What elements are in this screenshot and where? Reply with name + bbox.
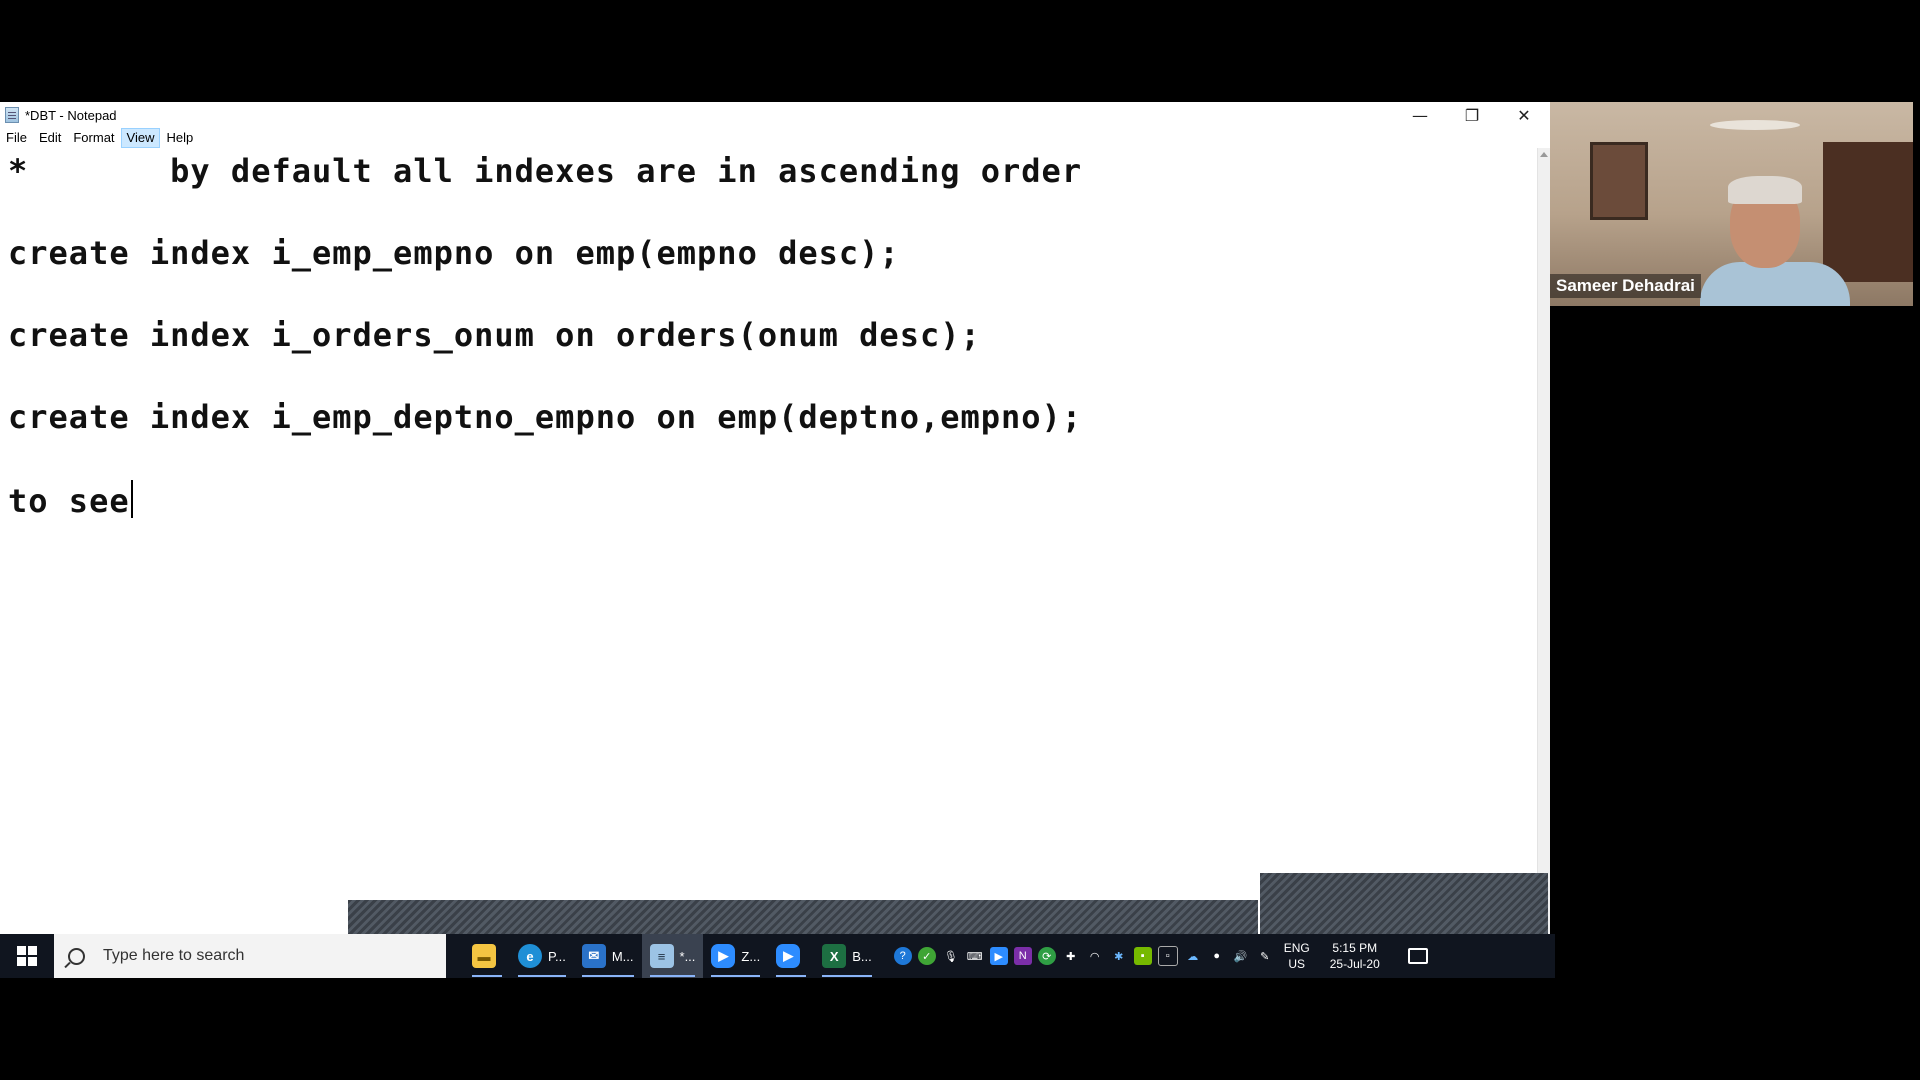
start-button[interactable] <box>0 934 54 978</box>
video-background-frame <box>1590 142 1648 220</box>
video-background <box>1710 120 1800 130</box>
editor-line-5-text: to see <box>8 482 130 520</box>
wifi-icon[interactable]: ◠ <box>1086 947 1104 965</box>
minimize-button[interactable]: — <box>1394 102 1446 128</box>
storage-icon[interactable]: ▫ <box>1157 946 1178 966</box>
search-icon <box>68 947 85 965</box>
taskbar-zoom-meeting[interactable]: ▶ <box>768 934 814 978</box>
menu-file[interactable]: File <box>0 129 33 147</box>
participant-name: Sameer Dehadrai <box>1550 274 1701 298</box>
restore-button[interactable]: ❐ <box>1446 102 1498 128</box>
folder-icon: ▬ <box>472 944 496 968</box>
taskbar-zoom[interactable]: ▶ Z... <box>703 934 768 978</box>
participant-hair <box>1728 176 1802 204</box>
menu-help[interactable]: Help <box>160 129 199 147</box>
taskbar-file-explorer[interactable]: ▬ <box>464 934 510 978</box>
taskbar-search[interactable]: Type here to search <box>54 934 446 978</box>
language-indicator[interactable]: ENG US <box>1284 940 1310 972</box>
taskbar-clock[interactable]: 5:15 PM 25-Jul-20 <box>1330 940 1380 972</box>
menu-view[interactable]: View <box>120 128 161 148</box>
windows-icon <box>17 946 37 966</box>
language-code: ENG <box>1283 941 1310 955</box>
zoom-meeting-icon: ▶ <box>776 944 801 968</box>
network-icon[interactable]: ✚ <box>1062 947 1080 965</box>
excel-icon: X <box>822 944 847 968</box>
menu-format[interactable]: Format <box>67 129 120 147</box>
text-editor[interactable]: * by default all indexes are in ascendin… <box>0 148 1538 978</box>
vertical-scrollbar[interactable] <box>1537 148 1550 978</box>
onenote-icon[interactable]: N <box>1013 947 1032 965</box>
share-toolbar-overlay-right <box>1260 873 1548 934</box>
menu-edit[interactable]: Edit <box>33 129 67 147</box>
taskbar-notepad[interactable]: ≡ *... <box>641 934 704 978</box>
editor-line-1: * by default all indexes are in ascendin… <box>8 152 1083 190</box>
keyboard-layout: US <box>1288 957 1306 971</box>
editor-line-3: create index i_orders_onum on orders(onu… <box>8 316 981 354</box>
mail-icon: ✉ <box>581 944 606 968</box>
notepad-icon: ≡ <box>649 944 674 968</box>
taskbar-mail[interactable]: ✉ M... <box>574 934 642 978</box>
menu-bar: File Edit Format View Help <box>0 128 1550 148</box>
scroll-up-icon[interactable] <box>1540 152 1548 157</box>
shield-icon[interactable]: ✓ <box>917 947 936 965</box>
camera-icon[interactable]: ▶ <box>989 947 1008 965</box>
taskbar-excel-label: B... <box>852 948 872 964</box>
keyboard-icon[interactable]: ⌨ <box>966 947 984 965</box>
video-participant-tile[interactable]: Sameer Dehadrai <box>1550 102 1913 306</box>
notification-center-icon[interactable] <box>1407 948 1428 964</box>
close-button[interactable]: ✕ <box>1498 102 1550 128</box>
zoom-icon: ▶ <box>711 944 736 968</box>
editor-line-2: create index i_emp_empno on emp(empno de… <box>8 234 900 272</box>
media-icon[interactable]: ● <box>1208 947 1226 965</box>
taskbar-excel[interactable]: X B... <box>814 934 880 978</box>
window-title: *DBT - Notepad <box>25 107 117 123</box>
edge-icon: e <box>518 944 542 968</box>
participant-body <box>1700 262 1850 306</box>
gpu-icon[interactable]: ▪ <box>1133 947 1152 965</box>
taskbar-mail-label: M... <box>611 948 634 964</box>
notepad-app-icon <box>5 107 19 123</box>
help-icon[interactable]: ? <box>893 947 912 965</box>
microphone-icon[interactable]: 🎙 <box>942 947 960 965</box>
search-placeholder: Type here to search <box>103 947 245 964</box>
share-toolbar-overlay <box>348 900 1258 934</box>
taskbar-notepad-label: *... <box>679 948 696 964</box>
notepad-window: *DBT - Notepad — ❐ ✕ File Edit Format Vi… <box>0 102 1550 978</box>
title-bar[interactable]: *DBT - Notepad — ❐ ✕ <box>0 102 1550 128</box>
text-caret <box>130 480 133 518</box>
volume-icon[interactable]: 🔊 <box>1232 947 1250 965</box>
taskbar: Type here to search ▬ e P... ✉ M... ≡ *.… <box>0 934 1555 978</box>
clock-time: 5:15 PM <box>1332 941 1378 955</box>
system-tray: ? ✓ 🎙 ⌨ ▶ N ⟳ ✚ ◠ ✱ ▪ ▫ ☁ ● 🔊 ✎ <box>893 934 1274 978</box>
video-background-shelf <box>1823 142 1913 282</box>
taskbar-apps: ▬ e P... ✉ M... ≡ *... ▶ Z... ▶ X B... <box>464 934 880 978</box>
sync-icon[interactable]: ⟳ <box>1037 947 1056 965</box>
editor-line-4: create index i_emp_deptno_empno on emp(d… <box>8 398 1083 436</box>
taskbar-zoom-label: Z... <box>741 948 761 964</box>
window-controls: — ❐ ✕ <box>1394 102 1550 128</box>
cloud-icon[interactable]: ☁ <box>1184 947 1202 965</box>
clock-date: 25-Jul-20 <box>1329 957 1380 971</box>
editor-line-5: to see <box>8 480 133 520</box>
taskbar-edge-label: P... <box>548 948 566 964</box>
bluetooth-icon[interactable]: ✱ <box>1110 947 1128 965</box>
pen-icon[interactable]: ✎ <box>1256 947 1274 965</box>
taskbar-edge[interactable]: e P... <box>510 934 574 978</box>
